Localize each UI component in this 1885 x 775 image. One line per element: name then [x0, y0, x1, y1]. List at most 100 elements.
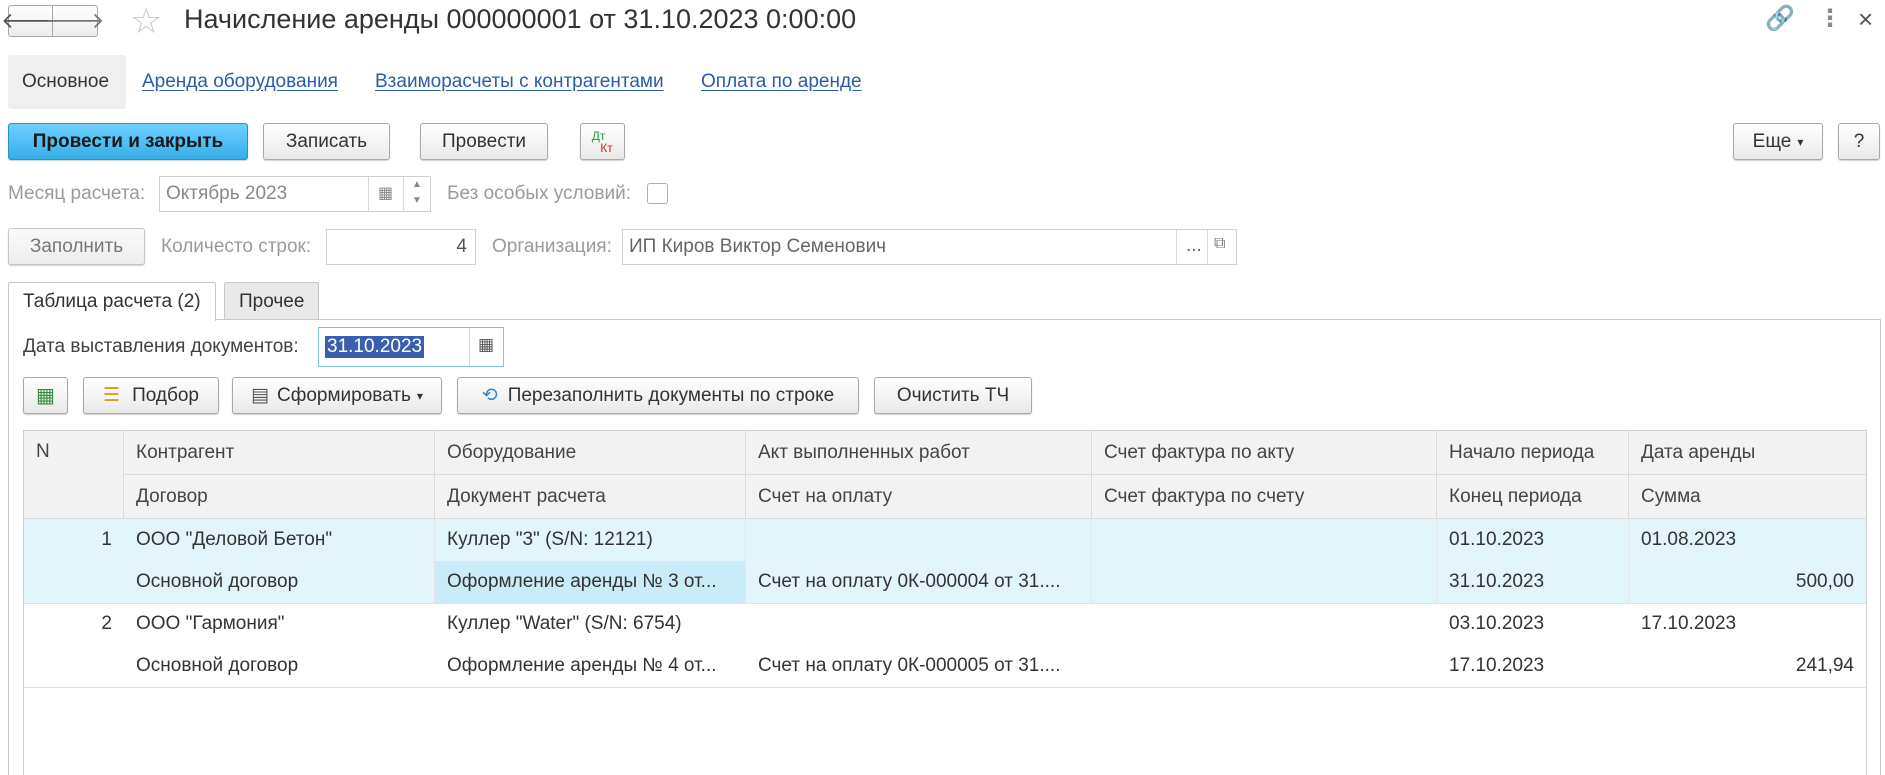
no-special-conditions-label: Без особых условий:: [447, 183, 632, 204]
cell-invoice-act[interactable]: [1092, 519, 1437, 561]
link-icon[interactable]: 🔗: [1765, 4, 1795, 33]
clear-table-button[interactable]: Очистить ТЧ: [874, 377, 1032, 414]
row-divider: [24, 687, 1866, 688]
cell-sum[interactable]: 500,00: [1629, 561, 1866, 603]
cell-rent-date[interactable]: 17.10.2023: [1629, 603, 1866, 645]
column-header-rent-date[interactable]: Дата аренды: [1629, 431, 1866, 475]
post-button[interactable]: Провести: [420, 123, 548, 160]
help-button[interactable]: ?: [1838, 123, 1880, 160]
cell-calc-doc[interactable]: Оформление аренды № 4 от...: [435, 645, 746, 687]
tab-calc-table-label: Таблица расчета (2): [23, 291, 201, 312]
section-tab-equipment-rent[interactable]: Аренда оборудования: [142, 55, 338, 109]
section-tab-settlements[interactable]: Взаиморасчеты с контрагентами: [375, 55, 664, 109]
dt-kt-icon-kt: Кт: [600, 140, 613, 155]
open-icon[interactable]: ⧉: [1214, 235, 1225, 253]
tab-other[interactable]: Прочее: [224, 282, 320, 320]
forward-button[interactable]: 🡒: [46, 5, 105, 37]
more-actions-button[interactable]: Еще ▾: [1733, 123, 1823, 160]
calculator-icon: ▦: [36, 385, 55, 407]
cell-calc-doc[interactable]: Оформление аренды № 3 от...: [435, 561, 746, 603]
column-header-invoice-act[interactable]: Счет фактура по акту: [1092, 431, 1437, 475]
fill-button[interactable]: Заполнить: [8, 228, 145, 265]
cell-period-end[interactable]: 31.10.2023: [1437, 561, 1629, 603]
cell-period-end[interactable]: 17.10.2023: [1437, 645, 1629, 687]
cell-period-start[interactable]: 01.10.2023: [1437, 519, 1629, 561]
month-value: Октябрь 2023: [166, 183, 288, 204]
cell-counterparty[interactable]: ООО "Гармония": [124, 603, 435, 645]
month-field[interactable]: Октябрь 2023 ▦ ▲ ▼: [159, 176, 431, 212]
no-special-conditions-checkbox[interactable]: [647, 183, 668, 204]
calculator-button[interactable]: ▦: [23, 377, 68, 414]
cell-period-start[interactable]: 03.10.2023: [1437, 603, 1629, 645]
favorite-star-icon[interactable]: ☆: [130, 2, 162, 40]
cell-equipment[interactable]: Куллер "3" (S/N: 12121): [435, 519, 746, 561]
post-and-close-button[interactable]: Провести и закрыть: [8, 123, 248, 160]
column-header-contract[interactable]: Договор: [124, 475, 435, 519]
cell-act[interactable]: [746, 603, 1092, 645]
close-icon[interactable]: ×: [1858, 4, 1873, 35]
pick-button[interactable]: ☰ Подбор: [83, 377, 219, 414]
column-header-equipment[interactable]: Оборудование: [435, 431, 746, 475]
doc-date-label: Дата выставления документов:: [23, 336, 299, 357]
dt-kt-icon: Дт: [591, 128, 606, 143]
generate-button-label: Сформировать: [276, 384, 411, 406]
row-number[interactable]: 1: [24, 519, 124, 561]
spin-down-icon[interactable]: ▼: [412, 195, 422, 206]
tab-other-label: Прочее: [239, 290, 305, 312]
column-header-period-end[interactable]: Конец периода: [1437, 475, 1629, 519]
organization-field[interactable]: ИП Киров Виктор Семенович ... ⧉: [622, 229, 1237, 265]
cell-payment-invoice[interactable]: Счет на оплату 0К-000005 от 31....: [746, 645, 1092, 687]
doc-date-field[interactable]: 31.10.2023 ▦: [318, 327, 504, 367]
column-header-act[interactable]: Акт выполненных работ: [746, 431, 1092, 475]
section-link-label: Оплата по аренде: [701, 71, 862, 92]
column-header-payment-invoice[interactable]: Счет на оплату: [746, 475, 1092, 519]
section-link-label: Аренда оборудования: [142, 71, 338, 92]
cell-contract[interactable]: Основной договор: [124, 645, 435, 687]
cell-act[interactable]: [746, 519, 1092, 561]
generate-icon: ▤: [251, 385, 269, 406]
cell-sum[interactable]: 241,94: [1629, 645, 1866, 687]
section-tab-rent-payment[interactable]: Оплата по аренде: [701, 55, 862, 109]
tab-calc-table[interactable]: Таблица расчета (2): [8, 282, 216, 321]
cell-invoice-act[interactable]: [1092, 603, 1437, 645]
cell-rent-date[interactable]: 01.08.2023: [1629, 519, 1866, 561]
arrow-right-icon: 🡒: [45, 8, 105, 33]
cell-contract[interactable]: Основной договор: [124, 561, 435, 603]
spin-up-icon[interactable]: ▲: [412, 179, 422, 190]
generate-button[interactable]: ▤ Сформировать ▾: [232, 377, 442, 414]
rows-count-value: 4: [456, 236, 467, 257]
select-ellipsis-button[interactable]: ...: [1186, 235, 1202, 257]
more-icon[interactable]: ⋮: [1818, 4, 1842, 33]
rows-count-field[interactable]: 4: [326, 229, 476, 265]
cell-invoice-bill[interactable]: [1092, 645, 1437, 687]
calc-table: N Контрагент Оборудование Акт выполненны…: [23, 430, 1867, 775]
more-actions-label: Еще: [1752, 130, 1792, 152]
list-icon: ☰: [103, 385, 121, 406]
section-link-label: Взаиморасчеты с контрагентами: [375, 71, 664, 92]
section-tab-main-label: Основное: [22, 71, 110, 92]
column-header-counterparty[interactable]: Контрагент: [124, 431, 435, 475]
column-header-calc-doc[interactable]: Документ расчета: [435, 475, 746, 519]
column-header-sum[interactable]: Сумма: [1629, 475, 1866, 519]
calendar-icon[interactable]: ▦: [478, 335, 494, 355]
dt-kt-button[interactable]: Дт Кт: [580, 123, 625, 160]
cell-payment-invoice[interactable]: Счет на оплату 0К-000004 от 31....: [746, 561, 1092, 603]
section-tab-main[interactable]: Основное: [8, 55, 126, 109]
page-title: Начисление аренды 000000001 от 31.10.202…: [184, 4, 857, 34]
organization-value: ИП Киров Виктор Семенович: [629, 236, 887, 257]
organization-label: Организация:: [492, 236, 612, 257]
refill-documents-button[interactable]: ⟲ Перезаполнить документы по строке: [457, 377, 859, 414]
save-button[interactable]: Записать: [263, 123, 390, 160]
row-number[interactable]: 2: [24, 603, 124, 645]
doc-date-value: 31.10.2023: [325, 336, 425, 358]
cell-counterparty[interactable]: ООО "Деловой Бетон": [124, 519, 435, 561]
column-header-period-start[interactable]: Начало периода: [1437, 431, 1629, 475]
calendar-icon[interactable]: ▦: [378, 183, 393, 203]
month-label: Месяц расчета:: [8, 183, 146, 204]
refill-button-label: Перезаполнить документы по строке: [507, 384, 835, 406]
column-header-invoice-bill[interactable]: Счет фактура по счету: [1092, 475, 1437, 519]
cell-invoice-bill[interactable]: [1092, 561, 1437, 603]
cell-equipment[interactable]: Куллер "Water" (S/N: 6754): [435, 603, 746, 645]
refresh-icon: ⟲: [481, 385, 498, 406]
column-header-n[interactable]: N: [24, 431, 124, 519]
